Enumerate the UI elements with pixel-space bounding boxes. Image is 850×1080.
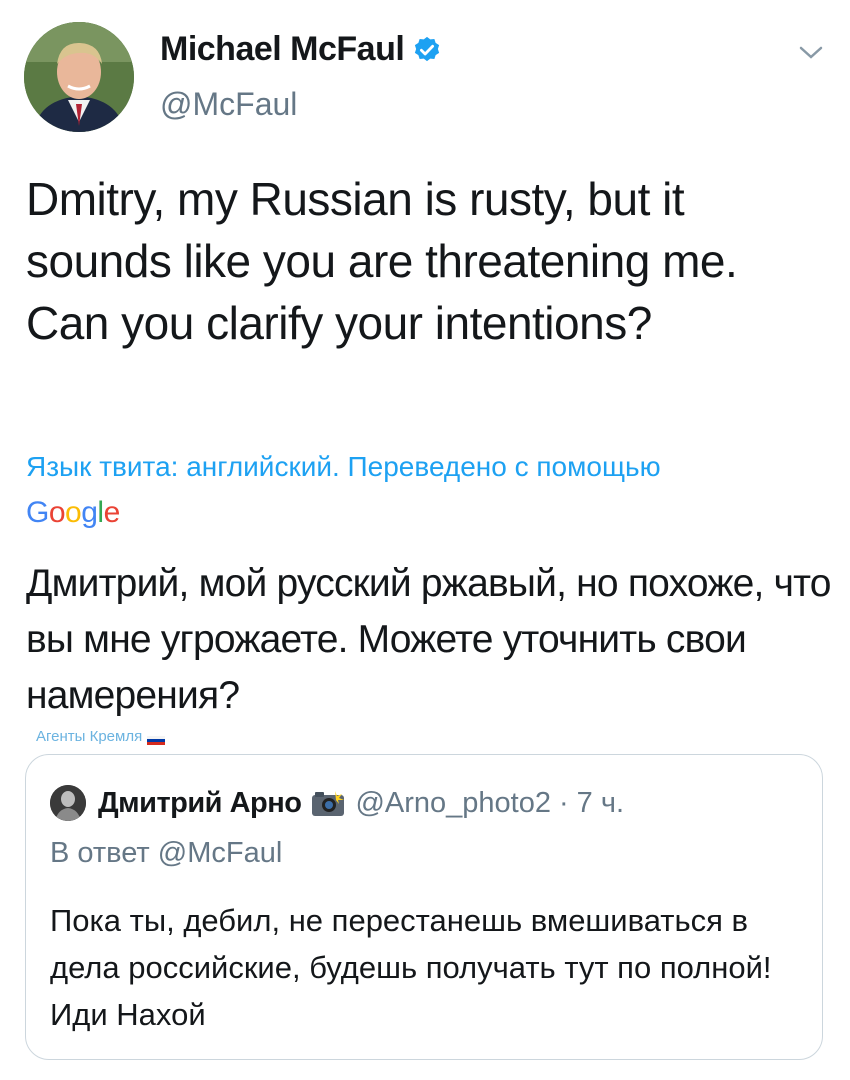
verified-badge-icon xyxy=(412,35,442,65)
author-display-name[interactable]: Michael McFaul xyxy=(160,30,405,69)
author-handle[interactable]: @McFaul xyxy=(160,86,297,123)
camera-flash-icon xyxy=(311,789,345,817)
profile-avatar[interactable] xyxy=(24,22,134,132)
quoted-tweet-text: Пока ты, дебил, не перестанешь вмешивать… xyxy=(50,903,772,1032)
chevron-down-icon[interactable] xyxy=(798,44,824,62)
watermark-text: Агенты Кремля xyxy=(36,728,143,745)
meta-separator: · xyxy=(559,786,569,819)
google-logo[interactable]: Google xyxy=(26,496,120,530)
translation-note[interactable]: Язык твита: английский. Переведено с пом… xyxy=(26,450,826,484)
quoted-tweet-card[interactable]: Дмитрий Арно @Arno_photo2 · 7 ч. В ответ… xyxy=(25,754,823,1060)
russian-flag-icon xyxy=(147,732,166,745)
translated-text: Дмитрий, мой русский ржавый, но похоже, … xyxy=(26,562,831,717)
tweet-text: Dmitry, my Russian is rusty, but it soun… xyxy=(26,173,738,349)
quoted-handle[interactable]: @Arno_photo2 xyxy=(355,787,551,820)
watermark: Агенты Кремля xyxy=(36,728,166,745)
quoted-display-name[interactable]: Дмитрий Арно xyxy=(98,787,302,820)
reply-to-label[interactable]: В ответ @McFaul xyxy=(50,837,282,870)
quoted-timestamp[interactable]: 7 ч. xyxy=(577,787,624,820)
quoted-avatar[interactable] xyxy=(50,785,86,821)
tweet-header: Michael McFaul @McFaul xyxy=(0,0,850,150)
